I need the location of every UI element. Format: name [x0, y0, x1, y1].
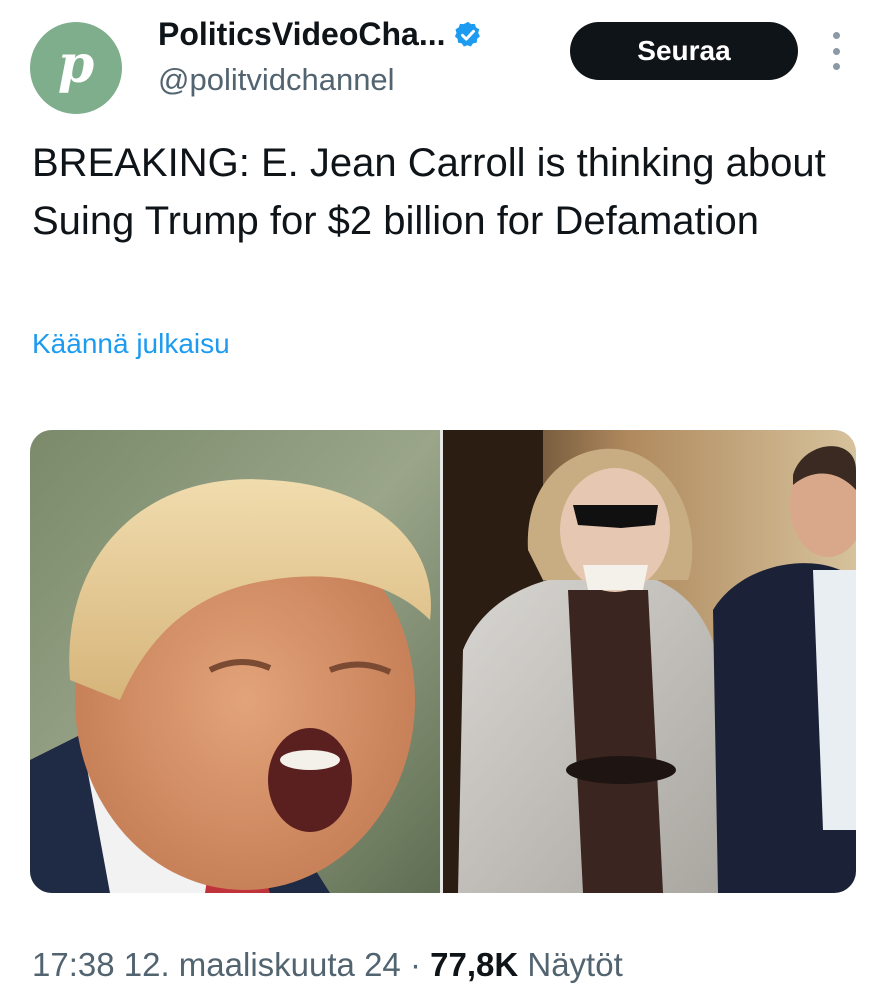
name-row: PoliticsVideoCha...: [158, 16, 483, 53]
avatar[interactable]: p: [30, 22, 122, 114]
tweet-header: p PoliticsVideoCha... @politvidchannel S…: [0, 0, 886, 120]
views-count: 77,8K: [430, 946, 519, 983]
more-vertical-icon[interactable]: [828, 32, 844, 70]
follow-button[interactable]: Seuraa: [570, 22, 798, 80]
tweet-text: BREAKING: E. Jean Carroll is thinking ab…: [32, 141, 826, 243]
display-name[interactable]: PoliticsVideoCha...: [158, 16, 445, 53]
meta-separator: ·: [409, 946, 421, 983]
tweet-date[interactable]: 12. maaliskuuta 24: [124, 946, 401, 983]
more-dot: [832, 63, 840, 70]
account-handle[interactable]: @politvidchannel: [158, 62, 395, 98]
translate-post-link[interactable]: Käännä julkaisu: [32, 328, 230, 360]
tweet-meta: 17:38 12. maaliskuuta 24 · 77,8K Näytöt: [32, 946, 623, 984]
photo-illustration: [30, 430, 440, 893]
more-dot: [832, 32, 840, 39]
media-photo-right[interactable]: [443, 430, 856, 893]
more-dot: [832, 47, 840, 55]
tweet-time[interactable]: 17:38: [32, 946, 115, 983]
media-photo-left[interactable]: [30, 430, 440, 893]
tweet-media[interactable]: [30, 430, 856, 893]
photo-illustration: [443, 430, 856, 893]
verified-badge-icon[interactable]: [453, 20, 483, 50]
avatar-letter: p: [57, 34, 95, 95]
views-label: Näytöt: [527, 946, 623, 983]
